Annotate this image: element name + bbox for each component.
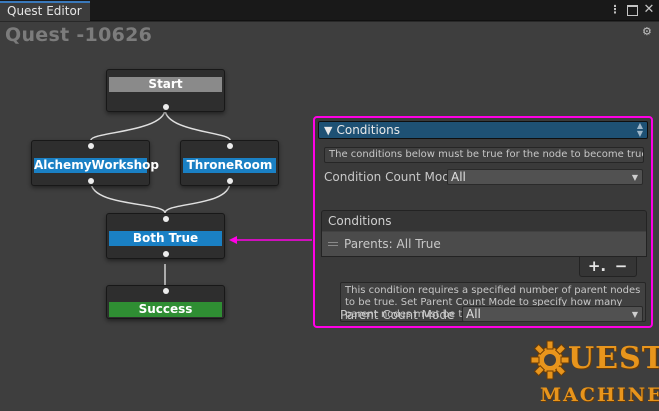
- conditions-list-header: Conditions: [321, 210, 647, 232]
- list-item-label: Parents: All True: [344, 237, 441, 251]
- parent-count-mode-dropdown[interactable]: All ▼: [462, 306, 643, 322]
- node-label: Both True: [109, 231, 222, 246]
- output-port[interactable]: [162, 104, 169, 110]
- logo-text-top: UEST: [568, 341, 659, 376]
- dropdown-value: All: [451, 170, 466, 184]
- sort-arrows-icon[interactable]: ▲ ▼: [637, 122, 643, 138]
- kebab-menu-icon[interactable]: ⋮: [609, 4, 621, 16]
- gear-logo-icon: [530, 340, 570, 380]
- condition-count-mode-label: Condition Count Mod: [324, 170, 450, 184]
- node-alchemy-workshop[interactable]: AlchemyWorkshop: [31, 140, 159, 186]
- node-label: AlchemyWorkshop: [34, 158, 159, 173]
- highlight-arrowhead: [229, 236, 237, 244]
- edge-start-throne: [164, 108, 231, 141]
- conditions-list: Parents: All True: [321, 231, 647, 257]
- condition-count-mode-dropdown[interactable]: All ▼: [447, 169, 643, 185]
- dropdown-value: All: [466, 307, 481, 321]
- maximize-icon[interactable]: [626, 4, 638, 16]
- chevron-down-icon: ▼: [631, 173, 638, 182]
- drag-handle-icon[interactable]: [328, 242, 338, 246]
- output-port[interactable]: [87, 178, 94, 184]
- logo-text-bottom: MACHINE: [540, 384, 659, 406]
- input-port[interactable]: [87, 143, 94, 149]
- parent-count-mode-label: Parent Count Mode: [340, 308, 455, 322]
- node-start[interactable]: Start: [106, 69, 225, 112]
- node-success[interactable]: Success: [106, 285, 225, 319]
- add-condition-button[interactable]: +.: [586, 257, 608, 276]
- input-port[interactable]: [162, 288, 169, 294]
- conditions-panel: ▼ Conditions ▲ ▼ The conditions below must…: [313, 116, 653, 328]
- list-footer: +. −: [579, 257, 637, 277]
- list-item[interactable]: Parents: All True: [322, 232, 646, 256]
- edge-alchemy-bothtrue: [90, 181, 166, 214]
- close-icon[interactable]: ✕: [643, 3, 655, 16]
- quest-canvas[interactable]: Quest -10626 ⚙ Start AlchemyWorkshop Thr…: [0, 22, 659, 411]
- conditions-help-box: The conditions below must be true for th…: [324, 147, 644, 163]
- input-port[interactable]: [226, 143, 233, 149]
- input-port[interactable]: [162, 216, 169, 222]
- output-port[interactable]: [226, 178, 233, 184]
- node-label: Success: [109, 302, 222, 317]
- tab-quest-editor[interactable]: Quest Editor: [0, 1, 90, 21]
- chevron-down-icon: ▼: [631, 310, 638, 319]
- edge-throne-bothtrue: [164, 181, 231, 214]
- node-label: ThroneRoom: [183, 158, 276, 173]
- conditions-header-label: Conditions: [336, 123, 400, 137]
- node-label: Start: [109, 77, 222, 92]
- node-throne-room[interactable]: ThroneRoom: [180, 140, 279, 186]
- foldout-triangle-icon[interactable]: ▼: [324, 124, 332, 137]
- quest-machine-logo: UEST MACHINE: [526, 340, 659, 410]
- node-both-true[interactable]: Both True: [106, 213, 225, 259]
- remove-condition-button[interactable]: −: [610, 257, 632, 276]
- conditions-foldout-header[interactable]: ▼ Conditions ▲ ▼: [318, 121, 648, 139]
- output-port[interactable]: [162, 251, 169, 257]
- edge-start-alchemy: [90, 108, 166, 141]
- window-tab-bar: Quest Editor ⋮ ✕: [0, 0, 659, 21]
